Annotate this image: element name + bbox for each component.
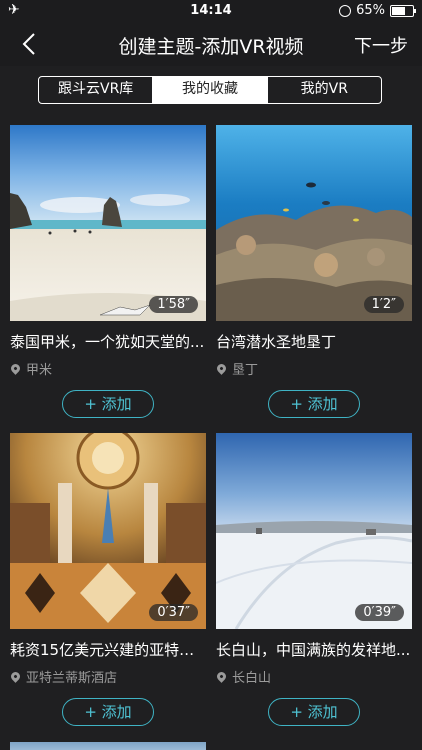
next-step-button[interactable]: 下一步	[354, 32, 408, 58]
tab-my-vr[interactable]: 我的VR	[268, 77, 381, 103]
video-thumbnail[interactable]: 0′39″	[216, 433, 412, 629]
add-video-button[interactable]: + 添加	[62, 390, 154, 418]
snow-mountain-image	[216, 433, 412, 629]
video-location: 长白山	[215, 667, 412, 686]
video-thumbnail[interactable]: 1′2″	[216, 125, 412, 321]
video-location: 亚特兰蒂斯酒店	[9, 667, 206, 686]
status-right: 65%	[339, 3, 416, 18]
video-card: 0′37″ 耗资15亿美元兴建的亚特兰... 亚特兰蒂斯酒店 + 添加	[9, 433, 206, 726]
location-pin-icon	[215, 670, 228, 683]
add-video-button[interactable]: + 添加	[268, 698, 360, 726]
video-title: 台湾潜水圣地垦丁	[216, 333, 337, 351]
video-title: 泰国甲米，一个犹如天堂的...	[10, 333, 205, 351]
video-duration: 1′2″	[363, 296, 404, 313]
nav-bar: 创建主题-添加VR视频 下一步	[0, 22, 422, 66]
add-video-button[interactable]: + 添加	[62, 698, 154, 726]
video-card: 0′39″ 长白山，中国满族的发祥地... 长白山 + 添加	[215, 433, 412, 726]
video-thumbnail[interactable]: 1′58″	[10, 125, 206, 321]
hotel-lobby-image	[10, 433, 206, 629]
video-card: 1′2″ 台湾潜水圣地垦丁 垦丁 + 添加	[215, 125, 412, 418]
beach-image	[10, 125, 206, 321]
next-video-thumbnail-peek	[10, 742, 206, 750]
tab-vr-library[interactable]: 跟斗云VR库	[39, 77, 154, 103]
add-video-button[interactable]: + 添加	[268, 390, 360, 418]
battery-icon	[390, 4, 416, 17]
location-label: 垦丁	[232, 363, 259, 378]
coral-reef-image	[216, 125, 412, 321]
location-pin-icon	[215, 362, 228, 375]
video-duration: 0′37″	[149, 604, 198, 621]
source-tabs: 跟斗云VR库 我的收藏 我的VR	[38, 76, 382, 104]
rotation-lock-icon	[339, 4, 352, 17]
video-duration: 0′39″	[355, 604, 404, 621]
status-bar: ✈ 14:14 65%	[0, 0, 422, 22]
video-location: 垦丁	[215, 359, 412, 378]
location-label: 长白山	[232, 671, 272, 686]
video-title: 耗资15亿美元兴建的亚特兰...	[10, 641, 206, 659]
location-pin-icon	[9, 670, 22, 683]
video-location: 甲米	[9, 359, 206, 378]
location-label: 甲米	[26, 363, 53, 378]
location-label: 亚特兰蒂斯酒店	[26, 671, 118, 686]
video-title: 长白山，中国满族的发祥地...	[216, 641, 411, 659]
video-card: 1′58″ 泰国甲米，一个犹如天堂的... 甲米 + 添加	[9, 125, 206, 418]
video-duration: 1′58″	[149, 296, 198, 313]
tab-my-favorites[interactable]: 我的收藏	[153, 77, 268, 103]
battery-fill	[392, 6, 405, 15]
location-pin-icon	[9, 362, 22, 375]
video-thumbnail[interactable]: 0′37″	[10, 433, 206, 629]
battery-percent: 65%	[356, 3, 385, 18]
